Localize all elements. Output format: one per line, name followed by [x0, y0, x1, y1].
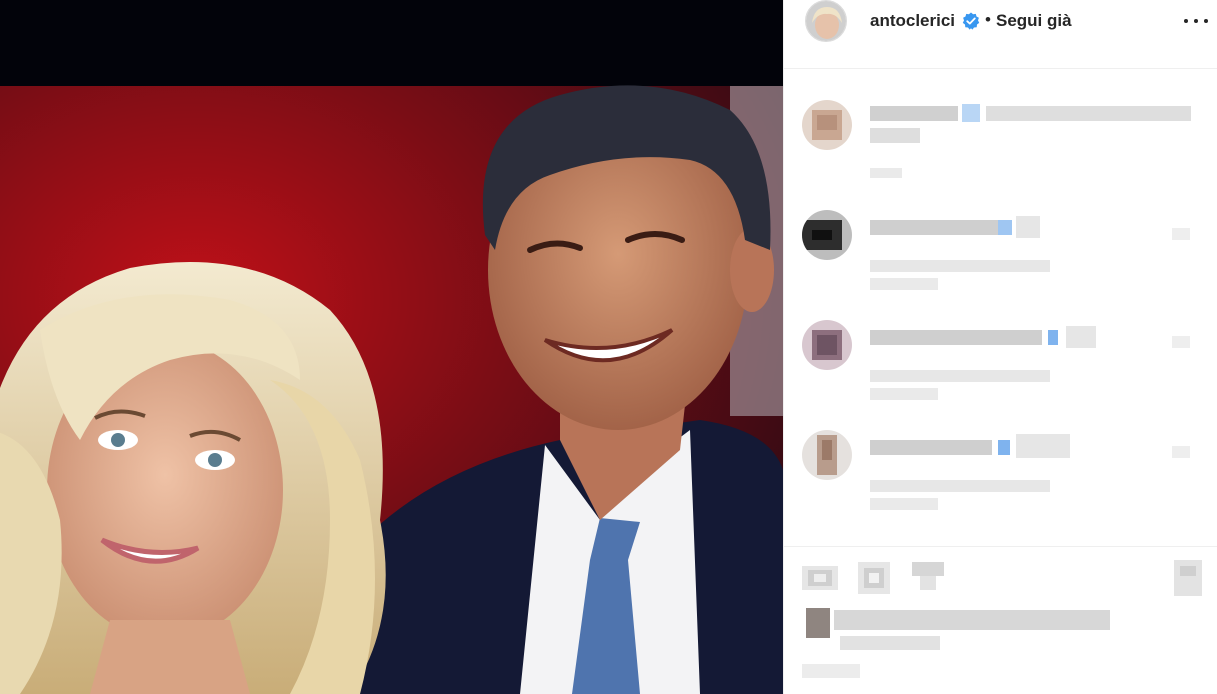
blurred-username: [870, 440, 992, 455]
commenter-avatar[interactable]: [802, 100, 852, 150]
post-header: antoclerici • Segui già: [784, 0, 1217, 69]
blurred-badge: [962, 104, 980, 122]
blurred-badge: [998, 440, 1010, 455]
comment-item: [784, 320, 1217, 420]
comment-like-icon[interactable]: [1172, 336, 1190, 348]
commenter-avatar[interactable]: [802, 430, 852, 480]
blurred-reply: [870, 278, 938, 290]
blurred-badge: [998, 220, 1012, 235]
post-side-panel: antoclerici • Segui già: [783, 0, 1217, 694]
liker-avatar[interactable]: [806, 608, 830, 638]
blurred-username: [870, 106, 958, 121]
comment-item: [784, 210, 1217, 310]
heart-icon[interactable]: [802, 558, 838, 598]
blurred-badge: [1048, 330, 1058, 345]
blurred-emoji: [1066, 326, 1096, 348]
author-avatar[interactable]: [805, 0, 847, 42]
blurred-meta: [870, 260, 1050, 272]
comment-like-icon[interactable]: [1172, 228, 1190, 240]
blurred-emoji: [1016, 216, 1040, 238]
blurred-reply: [870, 388, 938, 400]
blurred-emoji: [1016, 434, 1070, 458]
pixelated-avatar: [802, 100, 852, 150]
comment-like-icon[interactable]: [1172, 446, 1190, 458]
blurred-username: [870, 330, 1042, 345]
post-photo[interactable]: [0, 0, 783, 694]
more-options-icon[interactable]: [1184, 12, 1208, 30]
blurred-meta: [870, 370, 1050, 382]
post-image: [0, 0, 783, 694]
pixelated-avatar: [802, 320, 852, 370]
commenter-avatar[interactable]: [802, 320, 852, 370]
commenter-avatar[interactable]: [802, 210, 852, 260]
blurred-post-date: [802, 664, 860, 678]
actions-divider: [784, 546, 1217, 547]
pixelated-avatar: [802, 210, 852, 260]
blurred-comment-text: [986, 106, 1191, 121]
author-username[interactable]: antoclerici: [870, 11, 955, 31]
follow-status-button[interactable]: Segui già: [996, 11, 1072, 31]
bookmark-icon[interactable]: [1170, 558, 1206, 598]
comment-item: [784, 92, 1217, 192]
blurred-timestamp: [870, 168, 902, 178]
pixelated-avatar: [802, 430, 852, 480]
blurred-likes-text-2: [840, 636, 940, 650]
blurred-reply: [870, 498, 938, 510]
comment-icon[interactable]: [856, 558, 892, 598]
blurred-meta: [870, 480, 1050, 492]
verified-badge-icon: [962, 12, 980, 30]
header-separator: •: [985, 10, 991, 29]
blurred-comment-text-2: [870, 128, 920, 143]
share-icon[interactable]: [910, 558, 946, 598]
blurred-likes-text: [834, 610, 1110, 630]
comment-item: [784, 430, 1217, 530]
blurred-username: [870, 220, 998, 235]
avatar-image: [806, 1, 846, 41]
